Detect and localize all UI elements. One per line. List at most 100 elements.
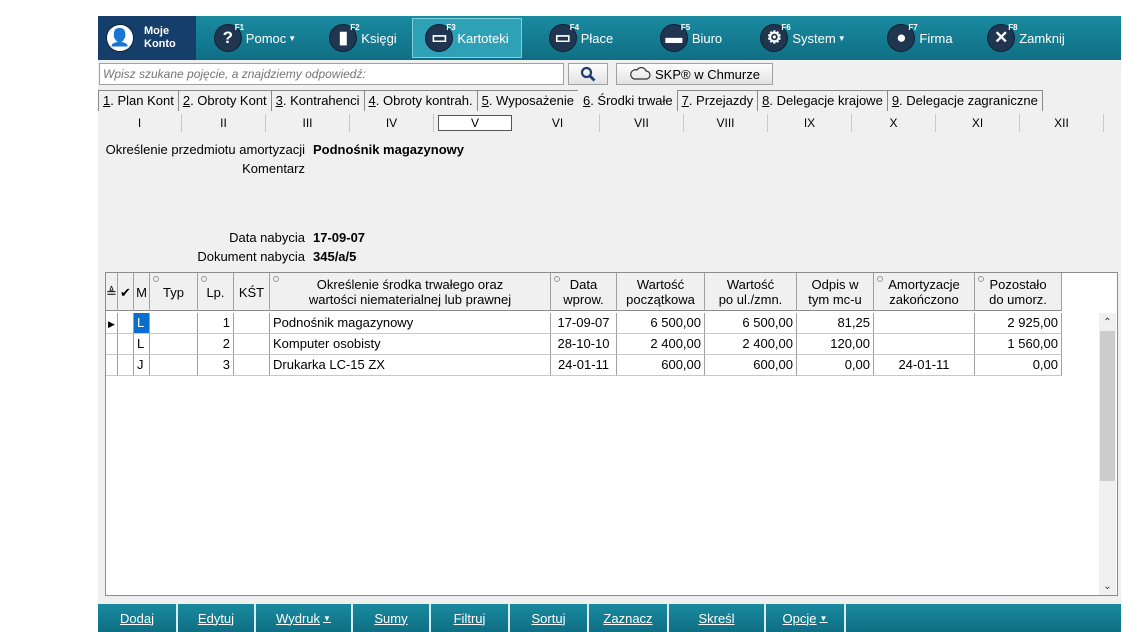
tab-3[interactable]: 3. Kontrahenci (270, 90, 365, 111)
month-7[interactable]: VII (600, 114, 684, 132)
action-sumy-button[interactable]: Sumy (353, 604, 431, 632)
scrollbar-thumb[interactable] (1100, 331, 1115, 481)
cell-m[interactable]: J (134, 355, 150, 376)
cell-amort[interactable] (874, 313, 975, 334)
cell-wart_ul[interactable]: 6 500,00 (705, 313, 797, 334)
cell-data[interactable]: 28-10-10 (551, 334, 617, 355)
month-8[interactable]: VIII (684, 114, 768, 132)
column-header-amort[interactable]: Amortyzacje zakończono (874, 273, 975, 311)
toolbar-pace-button[interactable]: ▭ F4 Płace (522, 18, 640, 58)
cell-pozostalo[interactable]: 0,00 (975, 355, 1062, 376)
action-edytuj-button[interactable]: Edytuj (178, 604, 256, 632)
tab-4[interactable]: 4. Obroty kontrah. (363, 90, 478, 111)
search-button[interactable] (568, 63, 608, 85)
month-10[interactable]: X (852, 114, 936, 132)
column-header-m[interactable]: M (134, 273, 150, 311)
cell-typ[interactable] (150, 355, 198, 376)
month-5[interactable]: V (438, 115, 512, 131)
toolbar-firma-button[interactable]: ● F7 Firma (864, 18, 976, 58)
tab-2[interactable]: 2. Obroty Kont (177, 90, 272, 111)
action-skreśl-button[interactable]: Skreśl (669, 604, 766, 632)
toolbar-kartoteki-button[interactable]: ▭ F3 Kartoteki (412, 18, 522, 58)
cell-lp[interactable]: 1 (198, 313, 234, 334)
column-header-pozostalo[interactable]: Pozostało do umorz. (975, 273, 1062, 311)
row-checkbox[interactable] (118, 334, 134, 355)
cell-wart_ul[interactable]: 2 400,00 (705, 334, 797, 355)
cell-lp[interactable]: 3 (198, 355, 234, 376)
toolbar-pomoc-button[interactable]: ? F1 Pomoc ▼ (196, 18, 314, 58)
action-wydruk-button[interactable]: Wydruk ▼ (256, 604, 353, 632)
tab-5[interactable]: 5. Wyposażenie (476, 90, 579, 111)
cell-okreslenie[interactable]: Podnośnik magazynowy (270, 313, 551, 334)
cell-amort[interactable] (874, 334, 975, 355)
cell-wart_pocz[interactable]: 2 400,00 (617, 334, 705, 355)
cell-pozostalo[interactable]: 1 560,00 (975, 334, 1062, 355)
column-header-sort[interactable]: ≜ (106, 273, 118, 311)
cell-odpis[interactable]: 81,25 (797, 313, 874, 334)
cell-odpis[interactable]: 120,00 (797, 334, 874, 355)
tab-7[interactable]: 7. Przejazdy (676, 90, 759, 111)
month-2[interactable]: II (182, 114, 266, 132)
column-header-check[interactable]: ✔ (118, 273, 134, 311)
cell-kst[interactable] (234, 313, 270, 334)
toolbar-zamknij-button[interactable]: ✕ F8 Zamknij (976, 18, 1076, 58)
month-4[interactable]: IV (350, 114, 434, 132)
cell-kst[interactable] (234, 355, 270, 376)
action-sortuj-button[interactable]: Sortuj (510, 604, 589, 632)
cell-data[interactable]: 17-09-07 (551, 313, 617, 334)
column-header-wart_ul[interactable]: Wartość po ul./zmn. (705, 273, 797, 311)
column-header-okreslenie[interactable]: Określenie środka trwałego oraz wartości … (270, 273, 551, 311)
cell-wart_pocz[interactable]: 600,00 (617, 355, 705, 376)
tab-6[interactable]: 6. Środki trwałe (577, 90, 678, 111)
month-9[interactable]: IX (768, 114, 852, 132)
row-checkbox[interactable] (118, 313, 134, 334)
cell-odpis[interactable]: 0,00 (797, 355, 874, 376)
cell-kst[interactable] (234, 334, 270, 355)
cell-typ[interactable] (150, 313, 198, 334)
table-row[interactable]: L 2 Komputer osobisty 28-10-10 2 400,00 2 400… (106, 334, 1062, 355)
cell-typ[interactable] (150, 334, 198, 355)
table-row[interactable]: ▶ L 1 Podnośnik magazynowy 17-09-07 6 500,00 6… (106, 313, 1062, 334)
vertical-scrollbar[interactable]: ⌃ ⌄ (1099, 313, 1116, 595)
action-filtruj-button[interactable]: Filtruj (431, 604, 510, 632)
row-indicator[interactable] (106, 355, 118, 376)
column-header-odpis[interactable]: Odpis w tym mc-u (797, 273, 874, 311)
tab-9[interactable]: 9. Delegacje zagraniczne (886, 90, 1043, 111)
scroll-down-icon[interactable]: ⌄ (1099, 579, 1116, 595)
column-header-kst[interactable]: KŚT (234, 273, 270, 311)
moje-konto-button[interactable]: 👤 Moje Konto (98, 16, 196, 60)
action-opcje-button[interactable]: Opcje ▼ (766, 604, 846, 632)
month-3[interactable]: III (266, 114, 350, 132)
table-row[interactable]: J 3 Drukarka LC-15 ZX 24-01-11 600,00 600,00 0… (106, 355, 1062, 376)
cell-okreslenie[interactable]: Komputer osobisty (270, 334, 551, 355)
month-12[interactable]: XII (1020, 114, 1104, 132)
row-checkbox[interactable] (118, 355, 134, 376)
search-input[interactable] (99, 63, 564, 85)
cell-m[interactable]: L (134, 334, 150, 355)
scroll-up-icon[interactable]: ⌃ (1099, 315, 1116, 331)
row-indicator[interactable] (106, 334, 118, 355)
cell-wart_pocz[interactable]: 6 500,00 (617, 313, 705, 334)
column-header-wart_pocz[interactable]: Wartość początkowa (617, 273, 705, 311)
action-zaznacz-button[interactable]: Zaznacz (589, 604, 669, 632)
tab-8[interactable]: 8. Delegacje krajowe (757, 90, 888, 111)
cell-data[interactable]: 24-01-11 (551, 355, 617, 376)
skp-cloud-button[interactable]: SKP® w Chmurze (616, 63, 773, 85)
toolbar-ksigi-button[interactable]: ▮ F2 Księgi (314, 18, 412, 58)
cell-amort[interactable]: 24-01-11 (874, 355, 975, 376)
action-dodaj-button[interactable]: Dodaj (98, 604, 178, 632)
cell-pozostalo[interactable]: 2 925,00 (975, 313, 1062, 334)
column-header-data[interactable]: Data wprow. (551, 273, 617, 311)
cell-wart_ul[interactable]: 600,00 (705, 355, 797, 376)
toolbar-biuro-button[interactable]: ▬ F5 Biuro (640, 18, 742, 58)
toolbar-system-button[interactable]: ⚙ F6 System ▼ (742, 18, 864, 58)
month-6[interactable]: VI (516, 114, 600, 132)
tab-1[interactable]: 1. Plan Kont (98, 90, 179, 111)
cell-okreslenie[interactable]: Drukarka LC-15 ZX (270, 355, 551, 376)
cell-m[interactable]: L (134, 313, 150, 334)
month-11[interactable]: XI (936, 114, 1020, 132)
row-indicator[interactable]: ▶ (106, 313, 118, 334)
month-1[interactable]: I (98, 114, 182, 132)
column-header-lp[interactable]: Lp. (198, 273, 234, 311)
cell-lp[interactable]: 2 (198, 334, 234, 355)
